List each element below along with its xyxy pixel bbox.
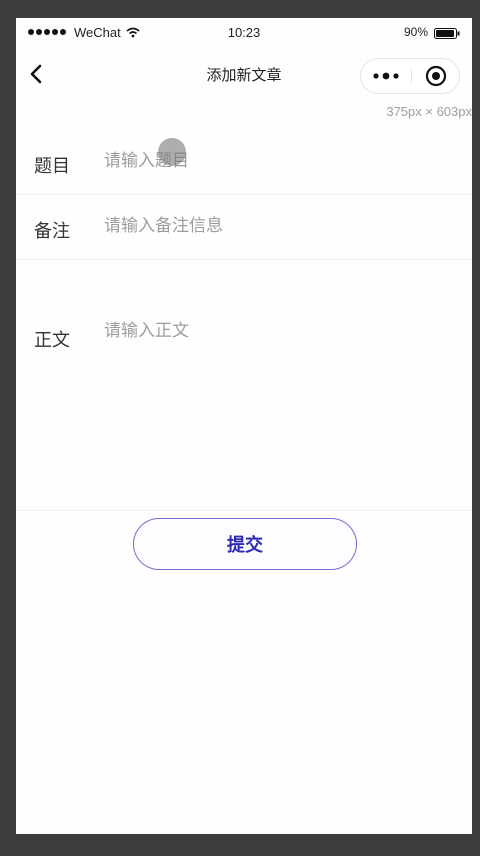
note-label: 备注 (34, 221, 70, 242)
article-form: 题目 备注 正文 (16, 130, 472, 511)
more-dots-icon[interactable] (361, 59, 411, 93)
touch-indicator (158, 138, 186, 166)
note-row: 备注 (16, 195, 472, 260)
capsule-menu (360, 58, 460, 94)
title-input[interactable] (104, 144, 444, 178)
body-textarea[interactable] (104, 316, 444, 446)
viewport-size-tag: 375px × 603px (386, 104, 472, 119)
body-row: 正文 (16, 260, 472, 511)
submit-button[interactable]: 提交 (133, 518, 357, 570)
battery-percent: 90% (403, 25, 428, 39)
body-label: 正文 (34, 330, 70, 351)
target-circle-icon[interactable] (412, 59, 460, 93)
title-label: 题目 (34, 156, 70, 177)
note-input[interactable] (104, 209, 444, 243)
navigation-bar: 添加新文章 (16, 48, 472, 100)
title-row: 题目 (16, 130, 472, 195)
phone-screen: WeChat 10:23 90% 添加新文章 375px × 603px 题目 … (16, 18, 472, 834)
status-bar: WeChat 10:23 90% (16, 18, 472, 48)
battery-icon (434, 28, 460, 39)
